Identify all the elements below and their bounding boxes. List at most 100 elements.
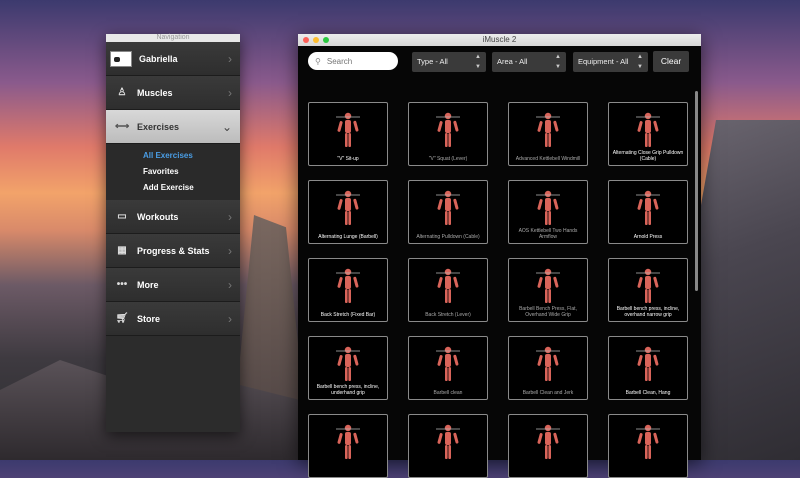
chevron-right-icon: › bbox=[228, 311, 232, 326]
exercise-name: Barbell bench press, incline, underhand … bbox=[316, 384, 380, 396]
chevron-right-icon: › bbox=[228, 51, 232, 66]
exercise-name: Alternating Close Grip Pulldown (Cable) bbox=[612, 150, 684, 162]
chevron-right-icon: › bbox=[228, 277, 232, 292]
sidebar-item-muscles[interactable]: ♙ Muscles › bbox=[106, 76, 240, 110]
exercise-figure-icon bbox=[636, 268, 660, 303]
exercises-icon: ⟷ bbox=[115, 121, 130, 132]
sidebar-item-label: Progress & Stats bbox=[137, 245, 210, 256]
exercise-tile[interactable]: AOS Kettlebell Two Hands Armflow bbox=[508, 180, 588, 244]
submenu-add-exercise[interactable]: Add Exercise bbox=[106, 180, 240, 196]
equipment-filter-value: Equipment - All bbox=[578, 57, 629, 66]
area-filter-value: Area - All bbox=[497, 57, 528, 66]
chevron-right-icon: › bbox=[228, 85, 232, 100]
exercise-figure-icon bbox=[436, 112, 460, 147]
sidebar-item-more[interactable]: ••• More › bbox=[106, 268, 240, 302]
submenu-all-exercises[interactable]: All Exercises bbox=[106, 148, 240, 164]
exercise-tile[interactable]: Arnold Press bbox=[608, 180, 688, 244]
exercise-name: Barbell Bench Press, Flat, Overhand Wide… bbox=[519, 306, 577, 318]
exercise-tile[interactable]: Back Stretch (Lever) bbox=[408, 258, 488, 322]
submenu-favorites[interactable]: Favorites bbox=[106, 164, 240, 180]
exercise-tile[interactable] bbox=[308, 414, 388, 478]
exercise-tile[interactable]: Alternating Pulldown (Cable) bbox=[408, 180, 488, 244]
exercise-figure-icon bbox=[536, 346, 560, 381]
sidebar-item-workouts[interactable]: ▭ Workouts › bbox=[106, 200, 240, 234]
exercise-figure-icon bbox=[336, 112, 360, 147]
exercise-name: Barbell Clean and Jerk bbox=[522, 390, 574, 396]
exercise-name: Back Stretch (Fixed Bar) bbox=[320, 312, 376, 318]
close-button[interactable] bbox=[303, 37, 309, 43]
exercise-tile[interactable]: Advanced Kettlebell Windmill bbox=[508, 102, 588, 166]
zoom-button[interactable] bbox=[323, 37, 329, 43]
exercise-tile[interactable]: Barbell bench press, incline, underhand … bbox=[308, 336, 388, 400]
exercise-figure-icon bbox=[636, 190, 660, 225]
user-profile-row[interactable]: Gabriella › bbox=[106, 42, 240, 76]
exercise-name: Alternating Pulldown (Cable) bbox=[416, 234, 480, 240]
chevron-down-icon: ⌄ bbox=[221, 119, 232, 134]
exercise-name: Barbell Clean, Hang bbox=[625, 390, 671, 396]
stepper-arrows-icon: ▲ ▼ bbox=[475, 54, 481, 70]
exercise-figure-icon bbox=[436, 424, 460, 459]
exercise-figure-icon bbox=[436, 190, 460, 225]
search-field[interactable]: ⚲ bbox=[308, 52, 398, 70]
exercise-name: Alternating Lunge (Barbell) bbox=[318, 234, 378, 240]
exercise-tile[interactable]: Barbell bench press, incline, overhand n… bbox=[608, 258, 688, 322]
exercise-tile[interactable] bbox=[608, 414, 688, 478]
area-filter-dropdown[interactable]: Area - All ▲ ▼ bbox=[492, 52, 566, 72]
workouts-icon: ▭ bbox=[117, 211, 127, 222]
exercise-name: "V" Sit-up bbox=[337, 156, 359, 162]
exercises-submenu: All Exercises Favorites Add Exercise bbox=[106, 144, 240, 200]
exercise-tile[interactable]: Barbell Clean and Jerk bbox=[508, 336, 588, 400]
sidebar-item-store[interactable]: 🛒︎ Store › bbox=[106, 302, 240, 336]
exercise-figure-icon bbox=[336, 190, 360, 225]
cart-icon: 🛒︎ bbox=[115, 313, 129, 324]
exercise-tile[interactable]: Back Stretch (Fixed Bar) bbox=[308, 258, 388, 322]
exercise-name: "V" Squat (Lever) bbox=[428, 156, 468, 162]
minimize-button[interactable] bbox=[313, 37, 319, 43]
navigation-panel: Navigation Gabriella › ♙ Muscles › ⟷ Exe… bbox=[106, 34, 240, 432]
exercise-tile[interactable]: Barbell Bench Press, Flat, Overhand Wide… bbox=[508, 258, 588, 322]
exercise-tile[interactable]: Barbell Clean, Hang bbox=[608, 336, 688, 400]
sidebar-item-progress-stats[interactable]: ▦ Progress & Stats › bbox=[106, 234, 240, 268]
avatar bbox=[110, 50, 132, 67]
sidebar-item-label: Workouts bbox=[137, 211, 179, 222]
muscles-icon: ♙ bbox=[117, 87, 127, 98]
exercise-figure-icon bbox=[536, 112, 560, 147]
exercise-name: Barbell bench press, incline, overhand n… bbox=[616, 306, 680, 318]
exercise-figure-icon bbox=[636, 424, 660, 459]
search-input[interactable] bbox=[324, 55, 391, 67]
exercise-name: Barbell clean bbox=[433, 390, 463, 396]
sidebar-item-label: More bbox=[137, 279, 159, 290]
exercise-figure-icon bbox=[336, 346, 360, 381]
exercise-tile[interactable] bbox=[508, 414, 588, 478]
exercise-tile[interactable] bbox=[408, 414, 488, 478]
window-title: iMuscle 2 bbox=[482, 35, 517, 44]
clear-button[interactable]: Clear bbox=[653, 51, 689, 72]
sidebar-item-label: Exercises bbox=[137, 121, 180, 132]
calendar-icon: ▦ bbox=[117, 245, 127, 256]
user-name: Gabriella bbox=[139, 53, 178, 64]
stepper-arrows-icon: ▲ ▼ bbox=[555, 54, 561, 70]
exercise-tile[interactable]: Alternating Close Grip Pulldown (Cable) bbox=[608, 102, 688, 166]
exercise-name: Arnold Press bbox=[633, 234, 663, 240]
exercise-tile[interactable]: Alternating Lunge (Barbell) bbox=[308, 180, 388, 244]
exercise-tile[interactable]: "V" Squat (Lever) bbox=[408, 102, 488, 166]
chevron-right-icon: › bbox=[228, 209, 232, 224]
app-window: iMuscle 2 ⚲ Type - All ▲▼ Area - All ▲▼ … bbox=[298, 34, 701, 478]
stepper-arrows-icon: ▲ ▼ bbox=[637, 54, 643, 70]
scrollbar[interactable] bbox=[695, 91, 698, 291]
sidebar-item-exercises[interactable]: ⟷ Exercises ⌄ bbox=[106, 110, 240, 144]
exercise-figure-icon bbox=[636, 346, 660, 381]
type-filter-dropdown[interactable]: Type - All ▲ ▼ bbox=[412, 52, 486, 72]
exercise-figure-icon bbox=[436, 346, 460, 381]
equipment-filter-dropdown[interactable]: Equipment - All ▲ ▼ bbox=[573, 52, 648, 72]
exercise-tile[interactable]: Barbell clean bbox=[408, 336, 488, 400]
window-titlebar: iMuscle 2 bbox=[298, 34, 701, 46]
type-filter-value: Type - All bbox=[417, 57, 448, 66]
exercise-figure-icon bbox=[536, 424, 560, 459]
exercise-tile[interactable]: "V" Sit-up bbox=[308, 102, 388, 166]
exercise-figure-icon bbox=[636, 112, 660, 147]
exercise-figure-icon bbox=[336, 424, 360, 459]
chevron-right-icon: › bbox=[228, 243, 232, 258]
exercise-figure-icon bbox=[536, 190, 560, 225]
filter-toolbar: ⚲ Type - All ▲▼ Area - All ▲▼ Equipment … bbox=[298, 46, 701, 78]
